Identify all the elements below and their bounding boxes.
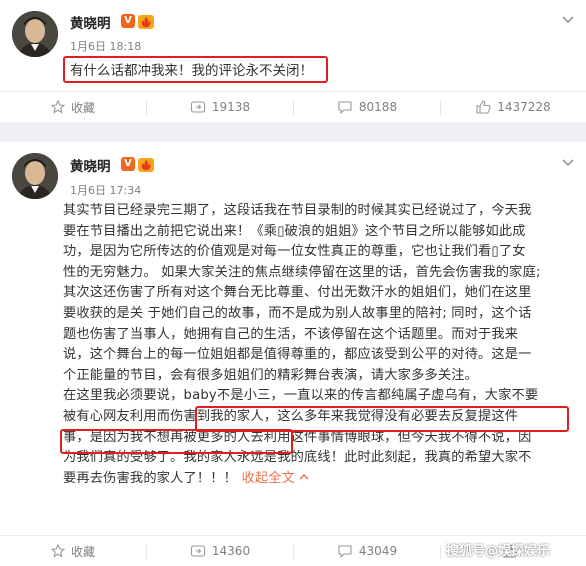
- like-button[interactable]: 1437228: [441, 92, 586, 122]
- text-line: 说，这个舞台上的每一位姐姐都是值得尊重的，都应该受到公平的对待。这是一: [63, 347, 532, 363]
- post-time[interactable]: 1月6日 18:18: [70, 38, 141, 54]
- feed-separator: [0, 122, 586, 142]
- comment-button[interactable]: 80188: [294, 92, 440, 122]
- chevron-up-icon[interactable]: [298, 472, 310, 482]
- star-icon: [50, 544, 65, 558]
- collapse-text-link[interactable]: 收起全文: [241, 471, 295, 486]
- comment-count: 43049: [358, 544, 398, 558]
- avatar[interactable]: [12, 11, 58, 57]
- collect-label: 收藏: [70, 544, 95, 559]
- comment-icon: [338, 545, 352, 558]
- post-time[interactable]: 1月6日 17:34: [70, 182, 141, 198]
- text-line: 要收获的是关 于她们自己的故事，而不是成为别人故事里的陪衬; 同时，这个话: [63, 305, 532, 321]
- text-line: 其次这还伤害了所有对这个舞台无比尊重、付出无数汗水的姐姐们，她们在这里: [63, 285, 532, 301]
- text-line: 个正能量的节目，会有很多姐姐们的精彩舞台表演，请大家多多关注。: [63, 367, 479, 383]
- weibo-post-2: 黄晓明 V 1月6日 17:34 其实节目已经录完三期了，这段话我在节目录制的时…: [0, 142, 586, 566]
- watermark-text: 搜狐号@娱探娱乐: [446, 544, 551, 559]
- text-line: 功，是因为它所传达的价值观是对每一位女性真正的尊重，它也让我们看▯了女: [63, 244, 526, 260]
- comment-count: 80188: [358, 100, 398, 114]
- flame-level-icon: [138, 14, 154, 29]
- repost-icon: [190, 101, 205, 113]
- missing-glyph-icon: ▯: [491, 244, 499, 260]
- chevron-down-icon[interactable]: [561, 155, 575, 169]
- author-name[interactable]: 黄晓明: [70, 12, 111, 32]
- repost-count: 19138: [211, 100, 251, 114]
- like-count: 1437228: [497, 100, 551, 114]
- weibo-post-1: 黄晓明 V 1月6日 18:18 有什么话都冲我来！我的评论永不关闭！ 收藏 1…: [0, 0, 586, 122]
- text-line: 其实节目已经录完三期了，这段话我在节目录制的时候其实已经说过了，今天我: [63, 203, 532, 218]
- highlight-box: [60, 429, 293, 454]
- verified-badge-icon: V: [121, 157, 135, 171]
- highlight-box: [63, 56, 328, 83]
- comment-icon: [338, 101, 352, 114]
- collect-button[interactable]: 收藏: [0, 536, 146, 566]
- author-name[interactable]: 黄晓明: [70, 155, 111, 175]
- collect-button[interactable]: 收藏: [0, 92, 146, 122]
- text-line: 要再去伤害我的家人了！！！ 收起全文: [63, 469, 573, 490]
- star-icon: [50, 100, 65, 114]
- missing-glyph-icon: ▯: [277, 223, 285, 239]
- avatar[interactable]: [12, 153, 58, 199]
- action-bar: 收藏 19138 80188 1437228: [0, 91, 586, 122]
- repost-button[interactable]: 14360: [147, 536, 293, 566]
- text-line: 题也伤害了当事人，她拥有自己的生活，不该停留在这个话题里。而对于我来: [63, 326, 519, 342]
- chevron-down-icon[interactable]: [561, 12, 575, 26]
- repost-count: 14360: [211, 544, 251, 558]
- text-line: 在这里我必须要说，baby不是小三，一直以来的传言都纯属子虚乌有，大家不要: [63, 388, 539, 404]
- verified-badge-icon: V: [121, 14, 135, 28]
- collect-label: 收藏: [70, 100, 95, 115]
- flame-level-icon: [138, 157, 154, 172]
- text-line: 要在节目播出之前把它说出来！《乘▯破浪的姐姐》这个节目之所以能够如此成: [63, 223, 526, 239]
- thumbs-up-icon: [476, 100, 491, 114]
- text-line: 性的无穷魅力。 如果大家关注的焦点继续停留在这里的话，首先会伤害我的家庭;: [63, 264, 541, 280]
- comment-button[interactable]: 43049: [294, 536, 440, 566]
- repost-icon: [190, 545, 205, 557]
- repost-button[interactable]: 19138: [147, 92, 293, 122]
